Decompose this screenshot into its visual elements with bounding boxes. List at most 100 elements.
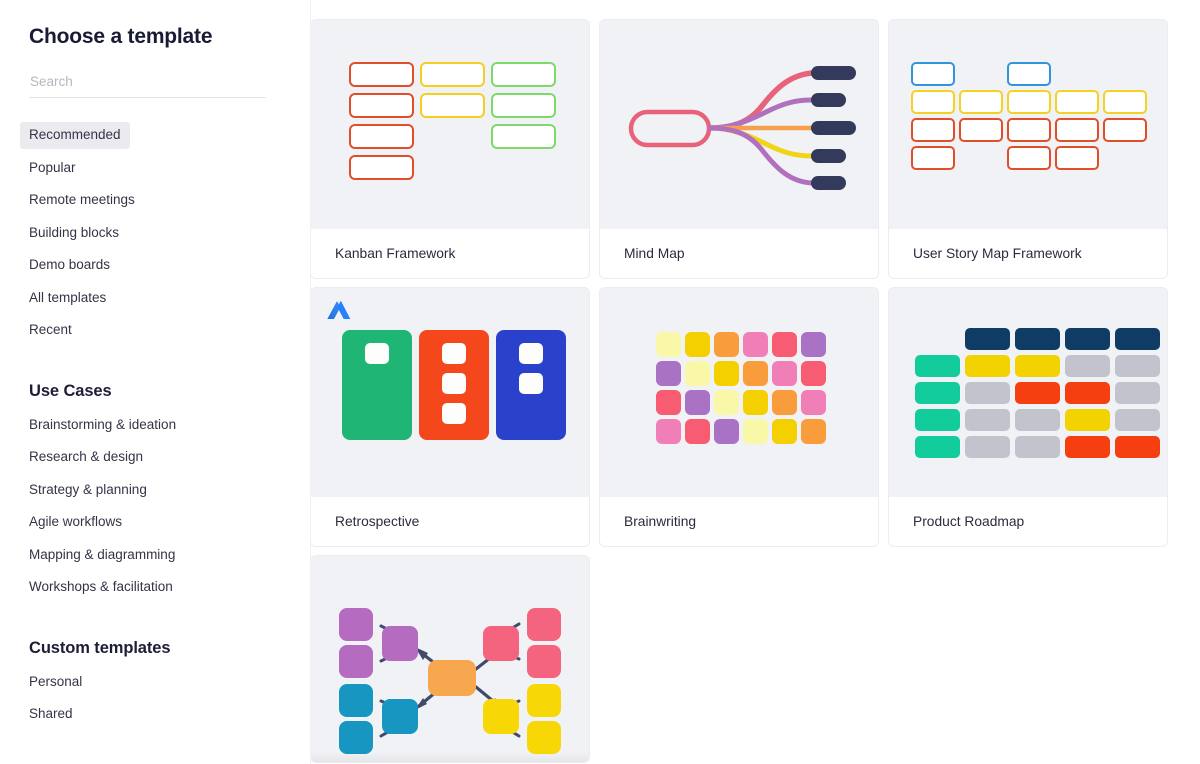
kanban-card: [349, 93, 414, 118]
sidebar-item-shared-row: Shared: [29, 701, 311, 734]
sidebar-item-all-templates[interactable]: All templates: [20, 285, 115, 312]
brainwriting-note: [685, 332, 710, 357]
sidebar-item-workshops-facilitation[interactable]: Workshops & facilitation: [20, 574, 182, 601]
template-card-title: Kanban Framework: [311, 229, 589, 278]
atlassian-logo-icon: [327, 301, 351, 319]
roadmap-cell: [1115, 409, 1160, 431]
userstorymap-card: [1007, 146, 1051, 170]
sidebar: Choose a template Recommended Popular Re…: [0, 0, 311, 764]
template-card-title: User Story Map Framework: [889, 229, 1167, 278]
template-card-concept-map[interactable]: [311, 556, 589, 762]
concept-node-yellow: [483, 699, 519, 734]
template-card-mind-map[interactable]: Mind Map: [600, 20, 878, 278]
userstorymap-card: [1055, 146, 1099, 170]
brainwriting-note: [801, 361, 826, 386]
userstorymap-card: [911, 118, 955, 142]
roadmap-cell: [1015, 355, 1060, 377]
roadmap-header-cell: [1065, 328, 1110, 350]
userstorymap-row-activities: [911, 62, 1147, 86]
mindmap-leaf-node: [811, 66, 856, 80]
productroadmap-illustration: [915, 328, 1160, 458]
sidebar-item-personal-row: Personal: [29, 669, 311, 702]
template-card-user-story-map-framework[interactable]: User Story Map Framework: [889, 20, 1167, 278]
concept-node-purple: [382, 626, 418, 661]
sidebar-item-building-blocks[interactable]: Building blocks: [20, 220, 128, 247]
roadmap-gap: [915, 328, 960, 350]
sidebar-item-personal[interactable]: Personal: [20, 669, 91, 696]
sidebar-item-research-design[interactable]: Research & design: [20, 444, 152, 471]
concept-node-yellow: [527, 684, 561, 717]
roadmap-label-cell: [915, 355, 960, 377]
userstorymap-card: [1103, 90, 1147, 114]
roadmap-row: [915, 382, 1160, 404]
template-grid: Kanban Framework Mind Map User Story Map…: [311, 20, 1200, 762]
sidebar-item-recommended[interactable]: Recommended: [20, 122, 130, 149]
brainwriting-note: [743, 332, 768, 357]
userstorymap-card: [959, 118, 1003, 142]
roadmap-cell: [965, 382, 1010, 404]
kanban-column-todo: [349, 62, 414, 180]
template-card-brainwriting[interactable]: Brainwriting: [600, 288, 878, 546]
retro-column-went-well: [342, 330, 412, 440]
sidebar-item-brainstorming-row: Brainstorming & ideation: [29, 412, 311, 445]
kanban-card: [420, 93, 485, 118]
mindmap-root-node: [628, 109, 712, 148]
brainwriting-note: [772, 361, 797, 386]
roadmap-cell: [1115, 436, 1160, 458]
sidebar-item-remote-meetings-row: Remote meetings: [29, 187, 311, 220]
concept-map-illustration: [339, 608, 561, 754]
userstorymap-row-steps: [911, 90, 1147, 114]
roadmap-row: [915, 355, 1160, 377]
brainwriting-note: [801, 390, 826, 415]
mindmap-leaf-node: [811, 176, 846, 190]
template-thumbnail-productroadmap: [889, 288, 1167, 497]
concept-node-purple: [339, 645, 373, 678]
roadmap-cell: [965, 409, 1010, 431]
brainwriting-note: [685, 390, 710, 415]
sidebar-item-agile-workflows[interactable]: Agile workflows: [20, 509, 131, 536]
sidebar-item-brainstorming-ideation[interactable]: Brainstorming & ideation: [20, 412, 185, 439]
concept-node-pink: [527, 608, 561, 641]
sidebar-item-demo-boards[interactable]: Demo boards: [20, 252, 119, 279]
userstorymap-card: [911, 62, 955, 86]
userstorymap-card: [1055, 118, 1099, 142]
userstorymap-gap: [959, 62, 1003, 86]
retro-column-actions: [496, 330, 566, 440]
kanban-column-doing: [420, 62, 485, 180]
template-card-title: Mind Map: [600, 229, 878, 278]
sidebar-item-mapping-diagramming[interactable]: Mapping & diagramming: [20, 542, 184, 569]
roadmap-cell: [1015, 382, 1060, 404]
template-thumbnail-userstorymap: [889, 20, 1167, 229]
roadmap-cell: [1065, 382, 1110, 404]
sidebar-item-recent[interactable]: Recent: [20, 317, 81, 344]
kanban-card: [349, 155, 414, 180]
search-input[interactable]: [29, 70, 266, 98]
userstorymap-illustration: [911, 62, 1147, 170]
template-card-product-roadmap[interactable]: Product Roadmap: [889, 288, 1167, 546]
brainwriting-note: [772, 332, 797, 357]
kanban-card: [420, 62, 485, 87]
userstorymap-card: [1103, 118, 1147, 142]
use-cases-nav: Brainstorming & ideation Research & desi…: [29, 412, 311, 607]
sidebar-item-shared[interactable]: Shared: [20, 701, 82, 728]
retro-sticky-note: [442, 373, 466, 394]
sidebar-item-recent-row: Recent: [29, 317, 311, 350]
mindmap-leaf-node: [811, 149, 846, 163]
userstorymap-card: [911, 146, 955, 170]
concept-node-blue: [339, 721, 373, 754]
sidebar-item-popular[interactable]: Popular: [20, 155, 85, 182]
retro-sticky-note: [519, 343, 543, 364]
brainwriting-note: [714, 332, 739, 357]
template-card-kanban-framework[interactable]: Kanban Framework: [311, 20, 589, 278]
sidebar-item-remote-meetings[interactable]: Remote meetings: [20, 187, 144, 214]
userstorymap-card: [911, 90, 955, 114]
roadmap-cell: [965, 436, 1010, 458]
brainwriting-illustration: [656, 332, 826, 444]
template-card-retrospective[interactable]: Retrospective: [311, 288, 589, 546]
sidebar-item-strategy-planning[interactable]: Strategy & planning: [20, 477, 156, 504]
custom-templates-heading: Custom templates: [29, 638, 171, 657]
brainwriting-note: [685, 419, 710, 444]
kanban-card: [491, 124, 556, 149]
roadmap-header-cell: [965, 328, 1010, 350]
brainwriting-note: [772, 419, 797, 444]
